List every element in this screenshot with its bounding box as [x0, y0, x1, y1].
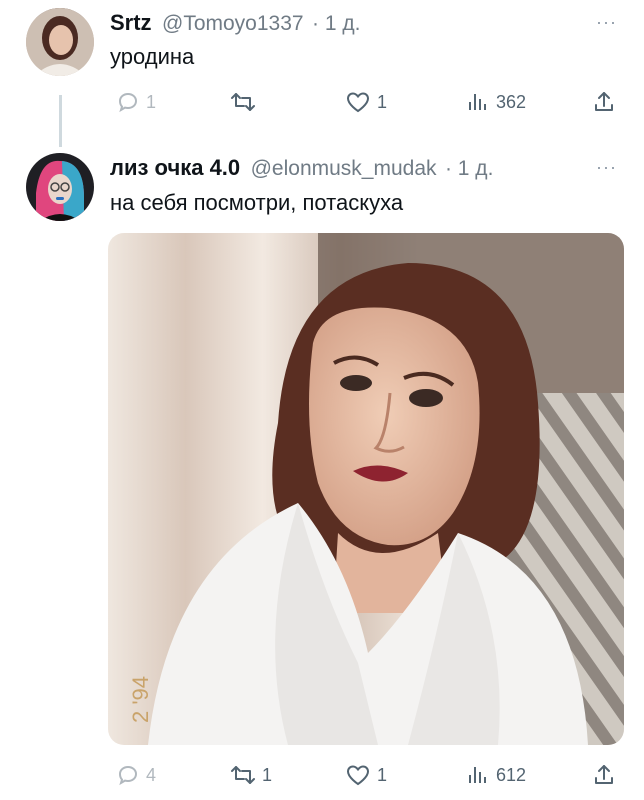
portrait-photo: 2 '94	[108, 233, 624, 745]
reply-icon	[118, 765, 138, 786]
views-count: 362	[496, 91, 527, 112]
more-options-button[interactable]: ···	[596, 157, 617, 178]
timestamp[interactable]: · 1 д.	[445, 157, 493, 180]
views-icon	[469, 767, 486, 783]
like-button[interactable]: 1	[345, 763, 387, 787]
views-count: 612	[496, 764, 527, 785]
tweet-2[interactable]: лиз очка 4.0 @elonmusk_mudak · 1 д. ··· …	[0, 145, 644, 800]
like-icon	[346, 92, 370, 113]
photo-stamp: 2 '94	[128, 676, 153, 723]
avatar[interactable]	[26, 8, 94, 76]
share-button[interactable]	[592, 763, 616, 787]
tweet-1[interactable]: Srtz @Tomoyo1337 · 1 д. ··· уродина 1 1 …	[0, 0, 644, 140]
retweet-button[interactable]: 1	[230, 763, 272, 787]
reply-count: 4	[146, 764, 157, 785]
like-icon	[346, 765, 370, 786]
tweet-text: на себя посмотри, потаскуха	[110, 190, 404, 215]
retweet-icon	[231, 93, 255, 111]
retweet-count: 1	[262, 764, 273, 785]
avatar-image	[26, 153, 94, 221]
like-button[interactable]: 1	[345, 90, 387, 114]
retweet-icon	[231, 766, 255, 784]
reply-icon	[118, 92, 138, 113]
like-count: 1	[377, 91, 388, 112]
reply-button[interactable]: 4	[116, 763, 156, 787]
handle[interactable]: @Tomoyo1337	[162, 12, 304, 35]
views-icon	[469, 94, 486, 110]
handle[interactable]: @elonmusk_mudak	[251, 157, 437, 180]
avatar[interactable]	[26, 153, 94, 221]
share-icon	[595, 92, 613, 111]
avatar-image	[26, 8, 94, 76]
display-name[interactable]: Srtz	[110, 10, 152, 35]
more-options-button[interactable]: ···	[596, 12, 617, 33]
display-name[interactable]: лиз очка 4.0	[110, 155, 240, 180]
share-icon	[595, 765, 613, 784]
tweet-text: уродина	[110, 44, 195, 69]
tweet-photo[interactable]: 2 '94	[108, 233, 624, 745]
views-button[interactable]: 612	[466, 763, 526, 787]
views-button[interactable]: 362	[466, 90, 526, 114]
retweet-button[interactable]	[230, 90, 262, 114]
reply-button[interactable]: 1	[116, 90, 156, 114]
like-count: 1	[377, 764, 388, 785]
reply-count: 1	[146, 91, 157, 112]
share-button[interactable]	[592, 90, 616, 114]
timestamp[interactable]: · 1 д.	[312, 12, 360, 35]
